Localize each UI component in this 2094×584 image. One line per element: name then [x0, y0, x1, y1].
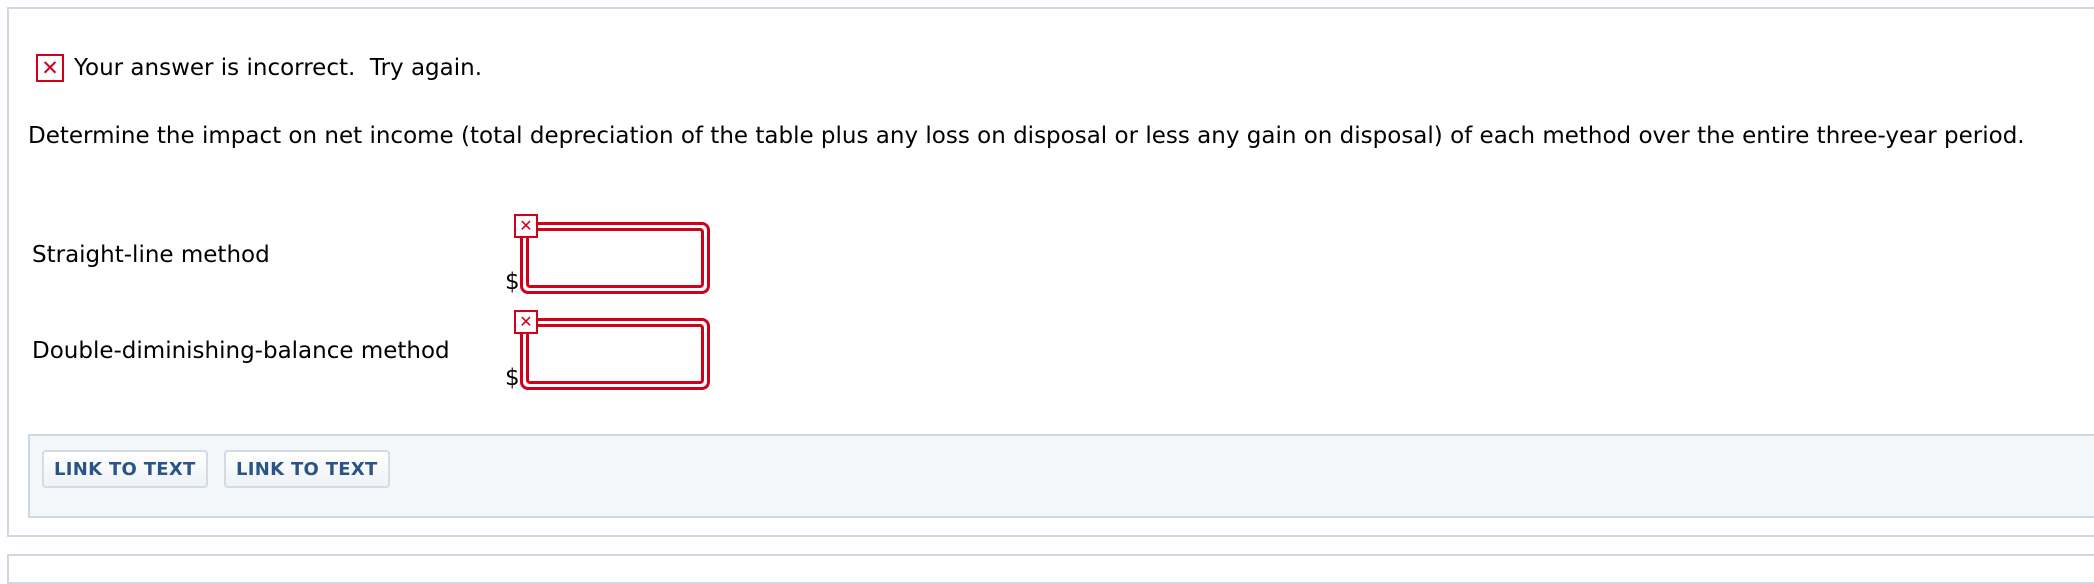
- feedback-message: ✕ Your answer is incorrect. Try again.: [36, 54, 482, 82]
- double-diminishing-balance-input[interactable]: [526, 324, 704, 384]
- error-x-icon: ✕: [36, 54, 64, 82]
- currency-symbol: $: [505, 269, 520, 295]
- straight-line-answer-field: [520, 222, 710, 294]
- feedback-text: Your answer is incorrect. Try again.: [74, 55, 483, 81]
- next-panel: [7, 554, 2094, 584]
- double-diminishing-balance-answer-field: [520, 318, 710, 390]
- link-to-text-button[interactable]: LINK TO TEXT: [224, 450, 390, 488]
- straight-line-input[interactable]: [526, 228, 704, 288]
- links-bar: LINK TO TEXT LINK TO TEXT: [28, 434, 2094, 518]
- incorrect-x-icon: ✕: [514, 310, 538, 334]
- double-diminishing-balance-label: Double-diminishing-balance method: [32, 338, 450, 364]
- question-text: Determine the impact on net income (tota…: [28, 123, 2025, 149]
- straight-line-label: Straight-line method: [32, 242, 270, 268]
- currency-symbol: $: [505, 365, 520, 391]
- incorrect-x-icon: ✕: [514, 214, 538, 238]
- link-to-text-button[interactable]: LINK TO TEXT: [42, 450, 208, 488]
